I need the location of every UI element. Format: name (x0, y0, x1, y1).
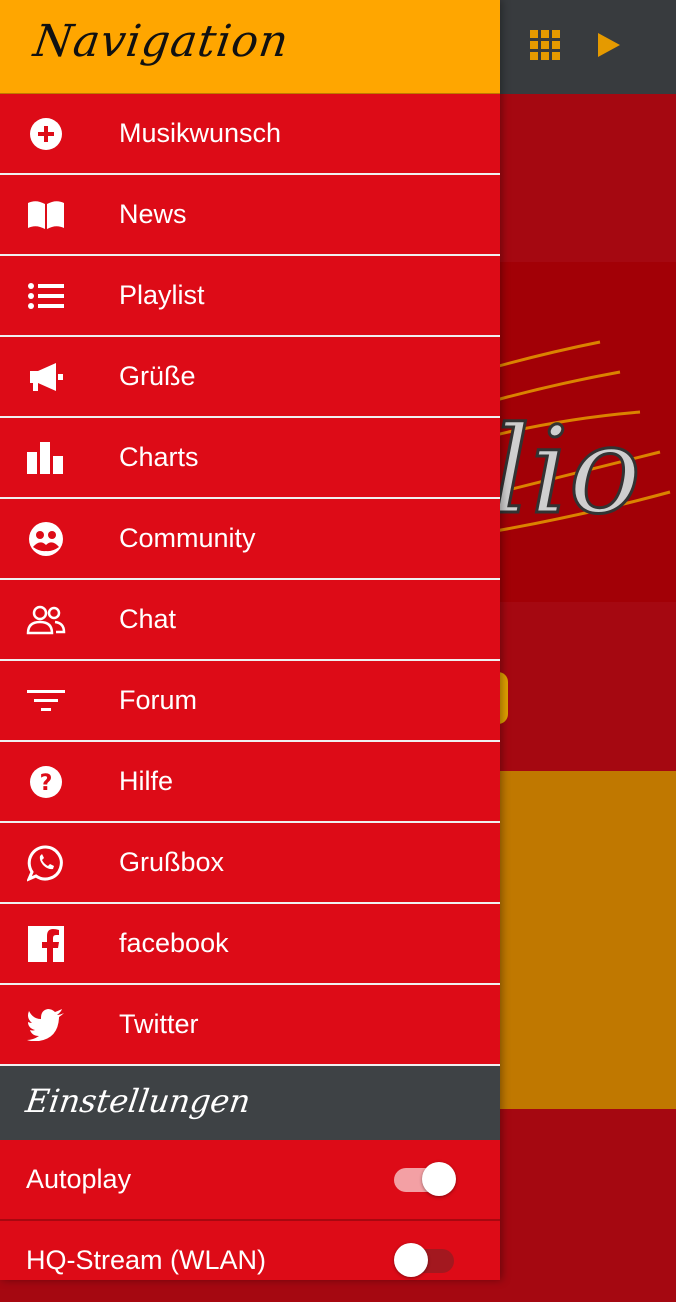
nav-item-label: Grüße (119, 361, 196, 391)
nav-item-grussbox[interactable]: Grußbox (0, 823, 500, 904)
hq-stream-toggle[interactable] (394, 1242, 454, 1277)
book-icon (24, 193, 68, 237)
nav-item-twitter[interactable]: Twitter (0, 985, 500, 1066)
grid-icon[interactable] (530, 30, 560, 65)
drawer-title: Navigation (30, 16, 293, 67)
nav-item-label: Community (119, 523, 256, 553)
toggle-knob (394, 1242, 428, 1277)
bar-chart-icon (24, 436, 68, 480)
nav-item-label: Chat (119, 604, 177, 634)
app-toolbar-actions (530, 30, 622, 65)
nav-item-charts[interactable]: Charts (0, 418, 500, 499)
nav-item-label: Charts (119, 442, 199, 472)
whatsapp-icon (24, 841, 68, 885)
autoplay-toggle[interactable] (394, 1161, 456, 1196)
nav-item-label: Musikwunsch (119, 118, 282, 148)
nav-menu: Musikwunsch News Playlist Grüße Charts C… (0, 94, 500, 1066)
setting-autoplay: Autoplay (0, 1140, 500, 1221)
nav-item-label: Twitter (119, 1009, 199, 1039)
megaphone-icon (24, 355, 68, 399)
nav-item-gruesse[interactable]: Grüße (0, 337, 500, 418)
play-icon[interactable] (596, 31, 622, 64)
list-icon (24, 274, 68, 318)
people-icon (24, 598, 68, 642)
drawer-header: Navigation (0, 0, 500, 94)
svg-text:?: ? (40, 771, 53, 796)
nav-item-label: Grußbox (119, 847, 225, 877)
nav-item-facebook[interactable]: facebook (0, 904, 500, 985)
nav-item-label: Forum (119, 685, 198, 715)
twitter-icon (24, 1003, 68, 1047)
nav-item-chat[interactable]: Chat (0, 580, 500, 661)
facebook-icon (24, 922, 68, 966)
logo-text: lio (492, 402, 641, 541)
settings-header: Einstellungen (0, 1066, 500, 1140)
nav-item-label: facebook (119, 928, 229, 958)
nav-item-community[interactable]: Community (0, 499, 500, 580)
plus-circle-icon (24, 112, 68, 156)
nav-item-hilfe[interactable]: ? Hilfe (0, 742, 500, 823)
nav-item-playlist[interactable]: Playlist (0, 256, 500, 337)
nav-item-label: News (119, 199, 187, 229)
nav-item-forum[interactable]: Forum (0, 661, 500, 742)
help-icon: ? (24, 760, 68, 804)
toggle-knob (422, 1161, 456, 1196)
nav-item-label: Playlist (119, 280, 205, 310)
community-icon (24, 517, 68, 561)
setting-label: HQ-Stream (WLAN) (26, 1245, 267, 1275)
navigation-drawer: Navigation Musikwunsch News Playlist Grü… (0, 0, 500, 1302)
setting-label: Autoplay (26, 1164, 132, 1194)
filter-icon (24, 679, 68, 723)
settings-title: Einstellungen (23, 1082, 253, 1120)
nav-item-musikwunsch[interactable]: Musikwunsch (0, 94, 500, 175)
nav-item-news[interactable]: News (0, 175, 500, 256)
setting-hq-stream: HQ-Stream (WLAN) (0, 1221, 500, 1302)
nav-item-label: Hilfe (119, 766, 174, 796)
